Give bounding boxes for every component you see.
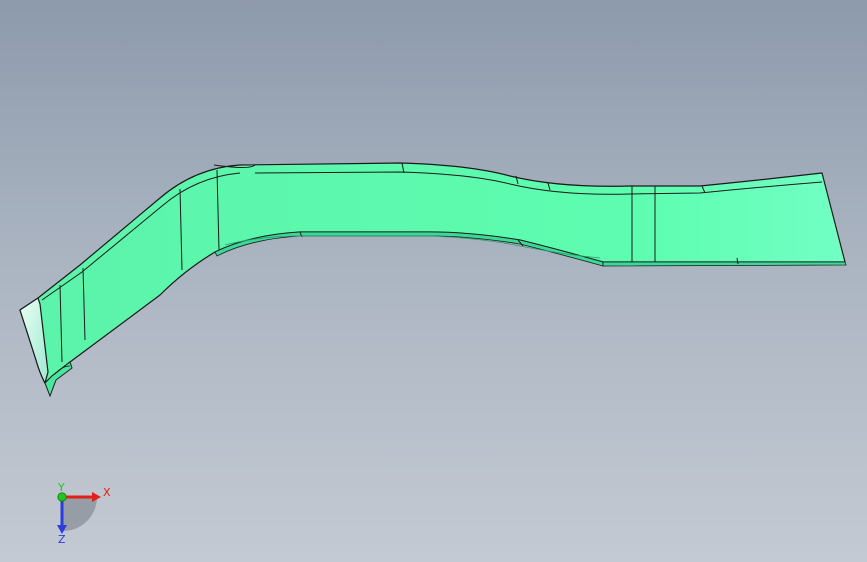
- triad-shadow: [62, 497, 97, 532]
- view-orientation-triad[interactable]: X Y Z: [57, 481, 111, 546]
- triad-y-axis-dot: [57, 492, 67, 502]
- triad-y-label: Y: [57, 481, 65, 494]
- triad-x-label: X: [103, 486, 111, 499]
- model-canvas[interactable]: X Y Z: [0, 0, 867, 562]
- part-top-face[interactable]: [19, 162, 846, 384]
- graphics-viewport[interactable]: X Y Z: [0, 0, 867, 562]
- part-right-bottom-edge: [602, 261, 847, 267]
- sheet-metal-part[interactable]: [19, 162, 847, 398]
- triad-z-label: Z: [58, 533, 66, 546]
